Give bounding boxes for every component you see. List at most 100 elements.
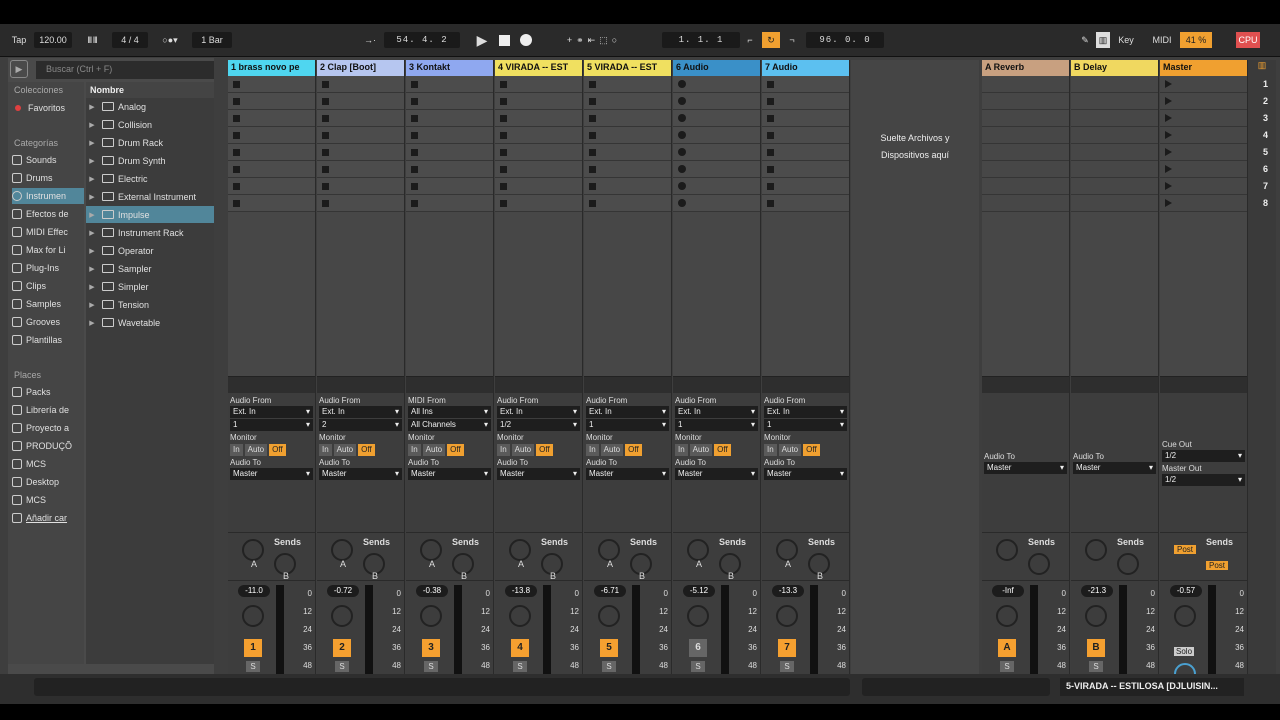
clip-slot[interactable]: [228, 161, 315, 178]
clip-slot[interactable]: [673, 195, 760, 212]
scene-play-icon[interactable]: [1165, 199, 1172, 207]
pan-knob[interactable]: [1174, 605, 1196, 627]
clip-slot[interactable]: [406, 178, 493, 195]
stop-button-icon[interactable]: [500, 149, 507, 156]
expand-arrow-icon[interactable]: ▶: [86, 157, 98, 165]
stop-button-icon[interactable]: [233, 149, 240, 156]
monitor-in-button[interactable]: In: [586, 444, 599, 456]
master-out-select[interactable]: 1/2: [1162, 474, 1245, 486]
input-type-select[interactable]: Ext. In: [230, 406, 313, 418]
stop-button-icon[interactable]: [767, 115, 774, 122]
play-icon[interactable]: ▶: [474, 32, 490, 48]
sidebar-item-favorites[interactable]: Favoritos: [12, 100, 84, 116]
clip-slot[interactable]: [495, 161, 582, 178]
list-item[interactable]: ▶ Impulse: [86, 206, 214, 223]
stop-button-icon[interactable]: [411, 149, 418, 156]
scene-play-icon[interactable]: [1165, 80, 1172, 88]
clip-slot[interactable]: [317, 161, 404, 178]
browser-toggle-icon[interactable]: ▶: [10, 60, 28, 78]
send-a-knob[interactable]: [996, 539, 1018, 561]
clip-slot[interactable]: [762, 195, 849, 212]
sidebar-item-packs[interactable]: Packs: [12, 384, 84, 400]
input-channel-select[interactable]: 1/2: [497, 419, 580, 431]
track-header[interactable]: 1 brass novo pe: [228, 60, 315, 76]
expand-arrow-icon[interactable]: ▶: [86, 283, 98, 291]
pan-knob[interactable]: [420, 605, 442, 627]
clip-slot[interactable]: [406, 93, 493, 110]
key-map-button[interactable]: Key: [1114, 32, 1138, 48]
clip-slot[interactable]: [584, 178, 671, 195]
sidebar-item-instruments[interactable]: Instrumen: [12, 188, 84, 204]
clip-slot[interactable]: [584, 195, 671, 212]
clip-slot[interactable]: [495, 76, 582, 93]
send-a-knob[interactable]: [331, 539, 353, 561]
clip-slot[interactable]: [317, 127, 404, 144]
scene-slot[interactable]: [1160, 76, 1247, 93]
clip-slot[interactable]: [762, 144, 849, 161]
volume-display[interactable]: -0.57: [1170, 585, 1202, 597]
volume-display[interactable]: -6.71: [594, 585, 626, 597]
clip-slot[interactable]: [762, 178, 849, 195]
send-b-knob[interactable]: [1117, 553, 1139, 575]
stop-button-icon[interactable]: [767, 132, 774, 139]
sidebar-item-drums[interactable]: Drums: [12, 170, 84, 186]
scene-number[interactable]: 4: [1248, 127, 1276, 144]
stop-button-icon[interactable]: [233, 81, 240, 88]
expand-arrow-icon[interactable]: ▶: [86, 301, 98, 309]
expand-arrow-icon[interactable]: ▶: [86, 319, 98, 327]
stop-button-icon[interactable]: [589, 183, 596, 190]
drop-zone[interactable]: Suelte Archivos y Dispositivos aquí: [851, 60, 979, 688]
monitor-toggle[interactable]: In Auto Off: [497, 444, 580, 456]
stop-button-icon[interactable]: [411, 132, 418, 139]
scene-slot[interactable]: [1160, 161, 1247, 178]
scene-number[interactable]: 3: [1248, 110, 1276, 127]
output-select[interactable]: Master: [1073, 462, 1156, 474]
clip-slot[interactable]: [762, 76, 849, 93]
follow-icon[interactable]: →·: [360, 32, 380, 48]
metronome-icon[interactable]: ○●▾: [152, 32, 188, 48]
list-item[interactable]: ▶ Simpler: [86, 278, 214, 295]
stop-button-icon[interactable]: [411, 200, 418, 207]
clip-slot[interactable]: [228, 93, 315, 110]
sidebar-item-sounds[interactable]: Sounds: [12, 152, 84, 168]
solo-button[interactable]: S: [691, 661, 705, 672]
pan-knob[interactable]: [996, 605, 1018, 627]
monitor-off-button[interactable]: Off: [803, 444, 820, 456]
loop-length[interactable]: 96. 0. 0: [806, 32, 884, 48]
scene-number[interactable]: 5: [1248, 144, 1276, 161]
stop-button-icon[interactable]: [322, 200, 329, 207]
clip-slot[interactable]: [495, 110, 582, 127]
expand-arrow-icon[interactable]: ▶: [86, 265, 98, 273]
expand-arrow-icon[interactable]: ▶: [86, 211, 98, 219]
stop-button-icon[interactable]: [500, 115, 507, 122]
scene-slot[interactable]: [1160, 144, 1247, 161]
clip-slot[interactable]: [495, 178, 582, 195]
pan-knob[interactable]: [1085, 605, 1107, 627]
expand-arrow-icon[interactable]: ▶: [86, 175, 98, 183]
monitor-toggle[interactable]: In Auto Off: [675, 444, 758, 456]
stop-button-icon[interactable]: [322, 81, 329, 88]
clip-slot[interactable]: [317, 195, 404, 212]
track-header[interactable]: 5 VIRADA -- EST: [584, 60, 671, 76]
clip-slot[interactable]: [584, 110, 671, 127]
stop-button-icon[interactable]: [500, 200, 507, 207]
record-arm-icon[interactable]: [678, 199, 686, 207]
expand-arrow-icon[interactable]: ▶: [86, 229, 98, 237]
post-button[interactable]: Post: [1206, 561, 1229, 570]
stop-button-icon[interactable]: [767, 149, 774, 156]
clip-slot[interactable]: [584, 127, 671, 144]
clip-slot[interactable]: [495, 127, 582, 144]
clip-slot[interactable]: [673, 110, 760, 127]
scene-number[interactable]: 2: [1248, 93, 1276, 110]
monitor-in-button[interactable]: In: [497, 444, 510, 456]
selected-clip-label[interactable]: 5-VIRADA -- ESTILOSA [DJLUISIN...: [1060, 678, 1244, 696]
scene-slot[interactable]: [1160, 178, 1247, 195]
record-arm-icon[interactable]: [678, 131, 686, 139]
send-a-knob[interactable]: [1085, 539, 1107, 561]
sidebar-item-midi-effects[interactable]: MIDI Effec: [12, 224, 84, 240]
clip-slot[interactable]: [406, 161, 493, 178]
scene-play-icon[interactable]: [1165, 97, 1172, 105]
quantize-menu[interactable]: 1 Bar: [192, 32, 232, 48]
stop-button-icon[interactable]: [767, 81, 774, 88]
stop-button-icon[interactable]: [411, 98, 418, 105]
